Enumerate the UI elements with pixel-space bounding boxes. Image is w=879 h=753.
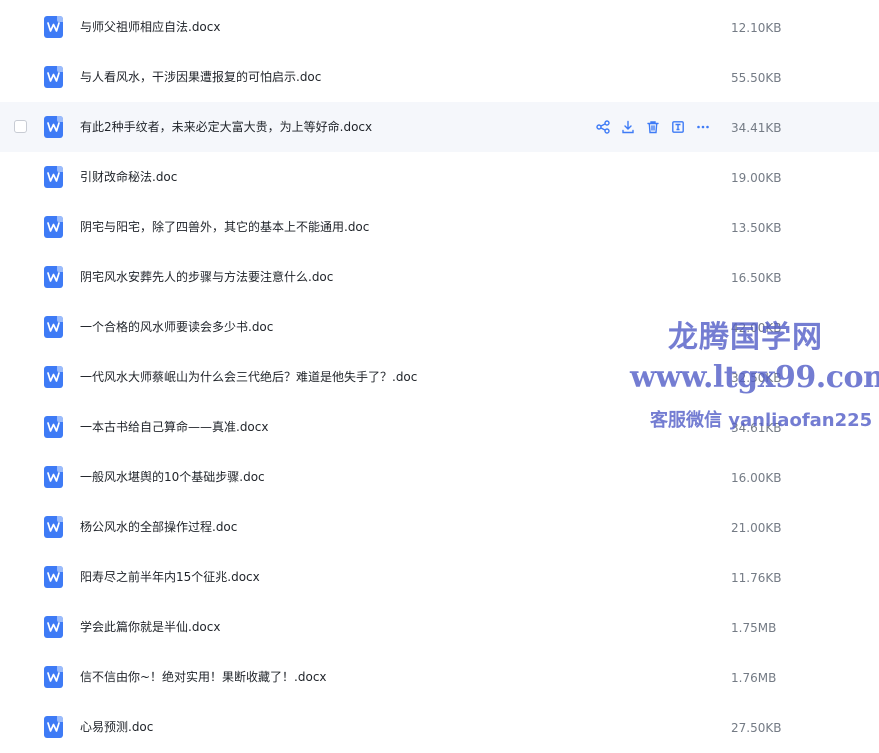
word-doc-icon (44, 516, 63, 538)
share-button[interactable] (595, 119, 611, 135)
word-doc-icon (44, 66, 63, 88)
file-size: 32.50KB (731, 371, 782, 385)
file-size: 55.50KB (731, 71, 782, 85)
row-actions (595, 119, 720, 135)
file-row[interactable]: 阳寿尽之前半年内15个征兆.docx 11.76KB (0, 552, 879, 602)
word-doc-icon (44, 466, 63, 488)
file-name[interactable]: 心易预测.doc (80, 718, 153, 736)
word-doc-icon (44, 666, 63, 688)
file-size: 16.00KB (731, 471, 782, 485)
file-size: 11.76KB (731, 571, 782, 585)
file-row[interactable]: 与人看风水，干涉因果遭报复的可怕启示.doc 55.50KB (0, 52, 879, 102)
file-row[interactable]: 学会此篇你就是半仙.docx 1.75MB (0, 602, 879, 652)
word-doc-icon (44, 16, 63, 38)
word-doc-icon (44, 216, 63, 238)
word-doc-icon (44, 166, 63, 188)
download-button[interactable] (620, 119, 636, 135)
row-checkbox[interactable] (14, 120, 27, 133)
file-list: 与师父祖师相应自法.docx 12.10KB 与人看风水，干涉因果遭报复的可怕启示.… (0, 0, 879, 753)
more-icon (696, 120, 710, 134)
file-name[interactable]: 一般风水堪舆的10个基础步骤.doc (80, 468, 265, 486)
rename-icon (671, 120, 685, 134)
file-row[interactable]: 一般风水堪舆的10个基础步骤.doc 16.00KB (0, 452, 879, 502)
trash-button[interactable] (645, 119, 661, 135)
file-row[interactable]: 一代风水大师蔡岷山为什么会三代绝后？难道是他失手了？.doc 32.50KB (0, 352, 879, 402)
file-name[interactable]: 阴宅与阳宅，除了四兽外，其它的基本上不能通用.doc (80, 218, 369, 236)
file-row[interactable]: 阴宅与阳宅，除了四兽外，其它的基本上不能通用.doc 13.50KB (0, 202, 879, 252)
file-name[interactable]: 与人看风水，干涉因果遭报复的可怕启示.doc (80, 68, 321, 86)
file-size: 21.00KB (731, 521, 782, 535)
more-button[interactable] (695, 119, 711, 135)
file-name[interactable]: 与师父祖师相应自法.docx (80, 18, 220, 36)
file-size: 12.10KB (731, 21, 782, 35)
share-icon (596, 120, 610, 134)
word-doc-icon (44, 266, 63, 288)
file-row[interactable]: 与师父祖师相应自法.docx 12.10KB (0, 2, 879, 52)
file-size: 27.50KB (731, 721, 782, 735)
file-row[interactable]: 有此2种手纹者，未来必定大富大贵，为上等好命.docx 34.41KB (0, 102, 879, 152)
word-doc-icon (44, 366, 63, 388)
file-row[interactable]: 信不信由你~！绝对实用！果断收藏了！.docx 1.76MB (0, 652, 879, 702)
file-name[interactable]: 一个合格的风水师要读会多少书.doc (80, 318, 273, 336)
word-doc-icon (44, 566, 63, 588)
file-size: 19.00KB (731, 171, 782, 185)
trash-icon (646, 120, 660, 134)
file-name[interactable]: 阳寿尽之前半年内15个征兆.docx (80, 568, 260, 586)
file-name[interactable]: 学会此篇你就是半仙.docx (80, 618, 220, 636)
file-size: 13.50KB (731, 221, 782, 235)
file-name[interactable]: 一本古书给自己算命——真准.docx (80, 418, 268, 436)
file-size: 1.76MB (731, 671, 777, 685)
file-row[interactable]: 杨公风水的全部操作过程.doc 21.00KB (0, 502, 879, 552)
word-doc-icon (44, 716, 63, 738)
file-name[interactable]: 信不信由你~！绝对实用！果断收藏了！.docx (80, 668, 327, 686)
file-size: 1.75MB (731, 621, 777, 635)
file-size: 34.41KB (731, 121, 782, 135)
word-doc-icon (44, 316, 63, 338)
file-size: 16.50KB (731, 271, 782, 285)
word-doc-icon (44, 116, 63, 138)
file-name[interactable]: 阴宅风水安葬先人的步骤与方法要注意什么.doc (80, 268, 333, 286)
word-doc-icon (44, 416, 63, 438)
file-row[interactable]: 一个合格的风水师要读会多少书.doc 42.00KB (0, 302, 879, 352)
file-row[interactable]: 阴宅风水安葬先人的步骤与方法要注意什么.doc 16.50KB (0, 252, 879, 302)
download-icon (621, 120, 635, 134)
word-doc-icon (44, 616, 63, 638)
file-name[interactable]: 引财改命秘法.doc (80, 168, 177, 186)
file-row[interactable]: 心易预测.doc 27.50KB (0, 702, 879, 752)
file-row[interactable]: 一本古书给自己算命——真准.docx 34.61KB (0, 402, 879, 452)
rename-button[interactable] (670, 119, 686, 135)
file-row[interactable]: 引财改命秘法.doc 19.00KB (0, 152, 879, 202)
file-size: 34.61KB (731, 421, 782, 435)
file-size: 42.00KB (731, 321, 782, 335)
file-name[interactable]: 杨公风水的全部操作过程.doc (80, 518, 237, 536)
file-name[interactable]: 一代风水大师蔡岷山为什么会三代绝后？难道是他失手了？.doc (80, 368, 417, 386)
file-name[interactable]: 有此2种手纹者，未来必定大富大贵，为上等好命.docx (80, 118, 372, 136)
